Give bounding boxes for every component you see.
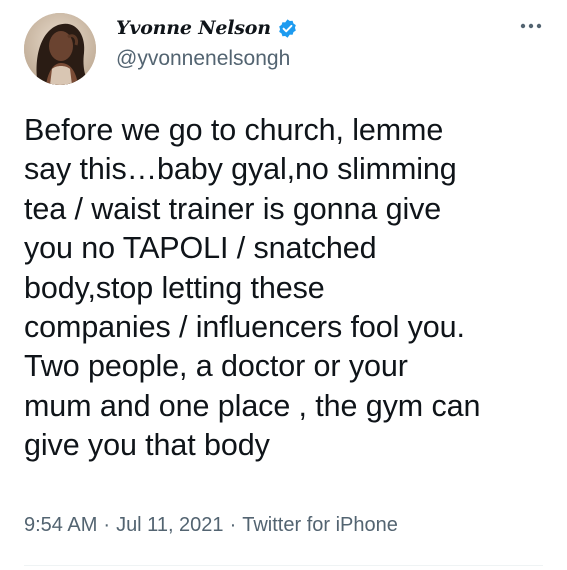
author-handle[interactable]: @yvonnenelsongh (116, 47, 298, 71)
display-name[interactable]: Yvonne Nelson (116, 17, 271, 39)
tweet-card: Yvonne Nelson @yvonnenelsongh Before we … (0, 0, 567, 570)
tweet-meta: 9:54 AM · Jul 11, 2021 · Twitter for iPhone (24, 514, 398, 537)
tweet-time[interactable]: 9:54 AM (24, 514, 97, 536)
author-names: Yvonne Nelson @yvonnenelsongh (116, 13, 298, 71)
more-horizontal-icon[interactable] (519, 19, 543, 33)
tweet-date[interactable]: Jul 11, 2021 (116, 514, 224, 536)
avatar[interactable] (24, 13, 96, 85)
avatar-image (24, 13, 96, 85)
tweet-text: Before we go to church, lemme say this…b… (24, 113, 481, 463)
verified-badge-icon (277, 18, 298, 39)
meta-separator: · (229, 514, 237, 536)
tweet-header: Yvonne Nelson @yvonnenelsongh (24, 13, 543, 85)
tweet-source[interactable]: Twitter for iPhone (242, 514, 398, 536)
meta-separator: · (103, 514, 111, 536)
divider (24, 565, 543, 566)
display-name-row: Yvonne Nelson (116, 13, 298, 43)
